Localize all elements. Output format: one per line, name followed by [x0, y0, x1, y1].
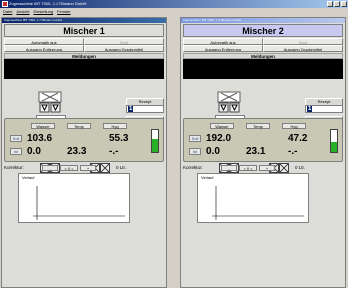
korrektur-zero-button[interactable]: > 0 < — [239, 165, 257, 171]
start-button[interactable]: Start — [84, 38, 164, 45]
meldungen-list[interactable] — [4, 59, 164, 79]
header-temp: Temp — [67, 123, 91, 129]
korrektur-value: 0 Ltr. — [116, 165, 127, 170]
dosing-valve-icon[interactable] — [38, 91, 62, 113]
korrektur-plus-button[interactable]: + — [259, 165, 275, 171]
korrektur-label: Korrektur: — [183, 165, 203, 170]
automatik-aus-button[interactable]: Automatik aus — [4, 38, 84, 45]
level-bar-fill — [331, 142, 337, 152]
rezept-value: 1 — [128, 106, 134, 112]
mixer-window-title[interactable]: Zugmaschine IBT 7000, J.J.Tillmann GmbH — [2, 18, 166, 23]
row-soll: Soll — [189, 135, 201, 142]
header-hyg: Hyg — [103, 123, 127, 129]
korrektur-minus-button[interactable]: - — [221, 165, 237, 171]
menu-bar: Datei Ansicht Einstellung Fenster — [0, 8, 348, 16]
mixer-name: Mischer 2 — [183, 24, 343, 37]
row-soll: Soll — [10, 135, 22, 142]
ist-wasser: 0.0 — [27, 146, 41, 157]
meldungen-list[interactable] — [183, 59, 343, 79]
menu-fenster[interactable]: Fenster — [57, 8, 71, 16]
level-bar — [151, 129, 159, 153]
verlauf-chart: Verlauf — [18, 173, 130, 223]
soll-hyg: 55.3 — [109, 133, 129, 144]
verlauf-axes — [212, 186, 304, 220]
ausgang-entleerung-button[interactable]: Ausgang Entleerung — [4, 45, 84, 52]
rezept-field[interactable]: 1 — [305, 105, 343, 113]
korrektur-minus-button[interactable]: - — [42, 165, 58, 171]
ausgang-zusatzmittel-button[interactable]: Ausgang Zusatzmittel — [263, 45, 343, 52]
ist-wasser: 0.0 — [206, 146, 220, 157]
start-button[interactable]: Start — [263, 38, 343, 45]
korrektur-row: Korrektur: - > 0 < + 0 Ltr. — [4, 164, 164, 172]
menu-einstellung[interactable]: Einstellung — [33, 8, 53, 16]
minimize-button[interactable] — [327, 1, 333, 7]
app-icon — [2, 1, 8, 7]
ist-temp: 23.1 — [246, 146, 266, 157]
rezept-field[interactable]: 1 — [126, 105, 164, 113]
verlauf-axes — [33, 186, 125, 220]
soll-wasser: 192.0 — [206, 133, 232, 144]
measurement-panel: Wasser Temp Hyg Soll Ist 192.0 47.2 0.0 … — [183, 118, 343, 162]
header-wasser: Wasser — [210, 123, 234, 129]
row-ist: Ist — [10, 148, 22, 155]
korrektur-plus-button[interactable]: + — [80, 165, 96, 171]
ausgang-zusatzmittel-button[interactable]: Ausgang Zusatzmittel — [84, 45, 164, 52]
mixer-window-title[interactable]: Zugmaschine IBT 7000, J.J.Tillmann GmbH — [181, 18, 345, 23]
ausgang-entleerung-button[interactable]: Ausgang Entleerung — [183, 45, 263, 52]
mixer-window: Zugmaschine IBT 7000, J.J.Tillmann GmbH … — [180, 17, 346, 288]
header-temp: Temp — [246, 123, 270, 129]
maximize-button[interactable] — [334, 1, 340, 7]
ist-hyg: -.- — [288, 146, 298, 157]
menu-ansicht[interactable]: Ansicht — [16, 8, 29, 16]
korrektur-value: 0 Ltr. — [295, 165, 306, 170]
soll-wasser: 103.6 — [27, 133, 53, 144]
korrektur-label: Korrektur: — [4, 165, 24, 170]
row-ist: Ist — [189, 148, 201, 155]
level-bar-fill — [152, 138, 158, 152]
korrektur-zero-button[interactable]: > 0 < — [60, 165, 78, 171]
ist-hyg: -.- — [109, 146, 119, 157]
menu-datei[interactable]: Datei — [3, 8, 12, 16]
level-bar — [330, 129, 338, 153]
automatik-aus-button[interactable]: Automatik aus — [183, 38, 263, 45]
ist-temp: 23.3 — [67, 146, 87, 157]
soll-hyg: 47.2 — [288, 133, 308, 144]
app-title-bar[interactable]: Zugmaschine IBT 7000, J.J.Tillmann GmbH — [0, 0, 348, 8]
header-hyg: Hyg — [282, 123, 306, 129]
korrektur-row: Korrektur: - > 0 < + 0 Ltr. — [183, 164, 343, 172]
header-wasser: Wasser — [31, 123, 55, 129]
mixer-window: Zugmaschine IBT 7000, J.J.Tillmann GmbH … — [1, 17, 167, 288]
measurement-panel: Wasser Temp Hyg Soll Ist 103.6 55.3 0.0 … — [4, 118, 164, 162]
verlauf-chart: Verlauf — [197, 173, 309, 223]
app-title: Zugmaschine IBT 7000, J.J.Tillmann GmbH — [9, 1, 87, 6]
close-button[interactable] — [341, 1, 347, 7]
dosing-valve-icon[interactable] — [217, 91, 241, 113]
mixer-name: Mischer 1 — [4, 24, 164, 37]
rezept-value: 1 — [307, 106, 313, 112]
